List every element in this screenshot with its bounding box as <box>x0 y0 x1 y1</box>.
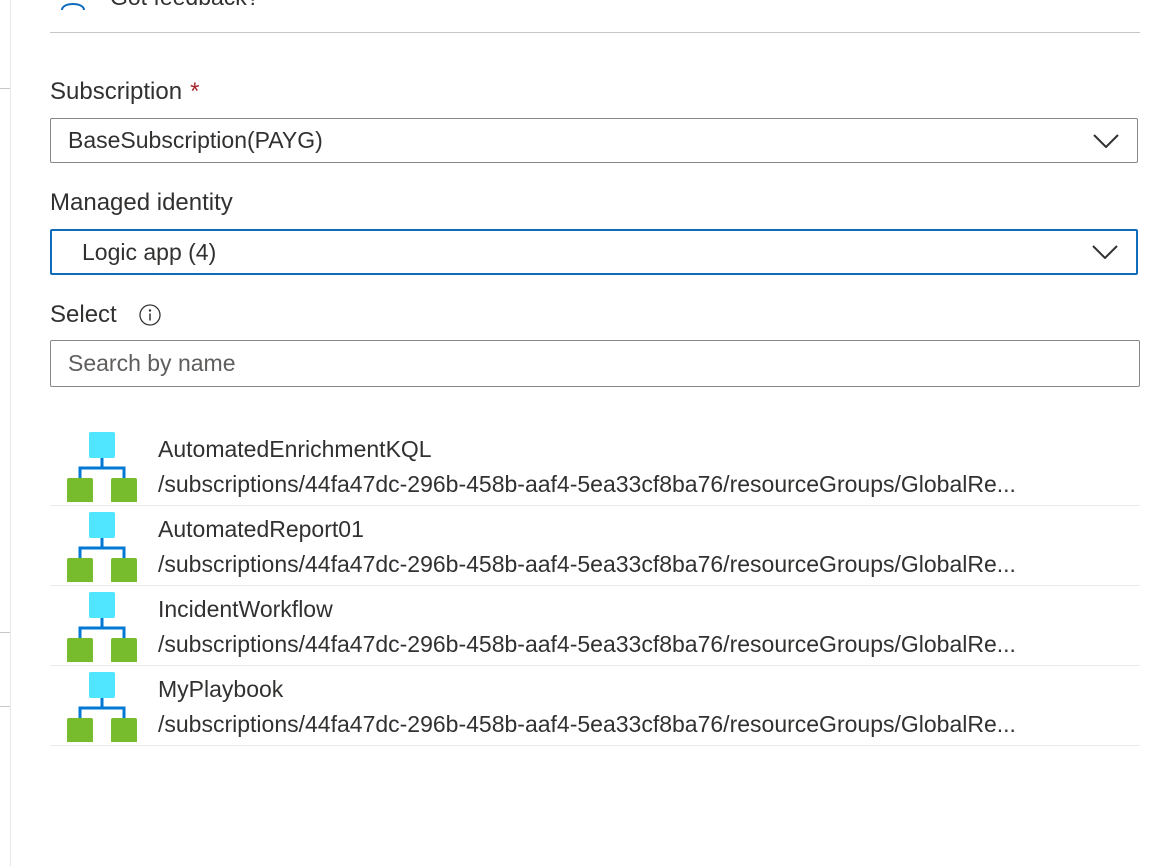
item-name: AutomatedEnrichmentKQL <box>158 436 432 462</box>
select-label: Select <box>50 301 161 329</box>
select-label-text: Select <box>50 301 117 328</box>
list-item[interactable]: AutomatedEnrichmentKQL /subscriptions/44… <box>50 426 1140 506</box>
subscription-label: Subscription * <box>50 78 199 106</box>
logic-app-list: AutomatedEnrichmentKQL /subscriptions/44… <box>50 426 1140 746</box>
info-icon[interactable] <box>139 304 161 326</box>
logic-app-icon <box>67 512 137 582</box>
person-feedback-icon <box>61 3 85 10</box>
list-item[interactable]: IncidentWorkflow /subscriptions/44fa47dc… <box>50 586 1140 666</box>
item-resource-path: /subscriptions/44fa47dc-296b-458b-aaf4-5… <box>158 631 1016 657</box>
left-divider-mark <box>0 706 10 707</box>
item-resource-path: /subscriptions/44fa47dc-296b-458b-aaf4-5… <box>158 711 1016 737</box>
subscription-dropdown[interactable]: BaseSubscription(PAYG) <box>50 118 1138 163</box>
item-resource-path: /subscriptions/44fa47dc-296b-458b-aaf4-5… <box>158 551 1016 577</box>
chevron-down-icon <box>1092 245 1118 259</box>
list-item[interactable]: MyPlaybook /subscriptions/44fa47dc-296b-… <box>50 666 1140 746</box>
logic-app-icon <box>67 432 137 502</box>
managed-identity-selected-value: Logic app (4) <box>82 238 217 265</box>
managed-identity-label: Managed identity <box>50 189 233 217</box>
feedback-link[interactable]: Got feedback? <box>50 0 260 14</box>
chevron-down-icon <box>1093 133 1119 148</box>
left-divider-mark <box>0 88 10 89</box>
list-item[interactable]: AutomatedReport01 /subscriptions/44fa47d… <box>50 506 1140 586</box>
logic-app-icon <box>67 592 137 662</box>
header-divider <box>50 32 1140 33</box>
left-panel-edge <box>0 0 11 866</box>
managed-identity-dropdown[interactable]: Logic app (4) <box>50 229 1138 275</box>
required-indicator: * <box>190 78 200 105</box>
left-divider-mark <box>0 632 10 633</box>
search-input[interactable] <box>50 340 1140 387</box>
item-name: IncidentWorkflow <box>158 596 333 622</box>
item-name: AutomatedReport01 <box>158 516 364 542</box>
subscription-selected-value: BaseSubscription(PAYG) <box>68 127 323 153</box>
logic-app-icon <box>67 672 137 742</box>
item-resource-path: /subscriptions/44fa47dc-296b-458b-aaf4-5… <box>158 471 1016 497</box>
subscription-label-text: Subscription <box>50 78 183 105</box>
feedback-label: Got feedback? <box>110 0 260 11</box>
item-name: MyPlaybook <box>158 676 284 702</box>
managed-identity-label-text: Managed identity <box>50 189 233 216</box>
